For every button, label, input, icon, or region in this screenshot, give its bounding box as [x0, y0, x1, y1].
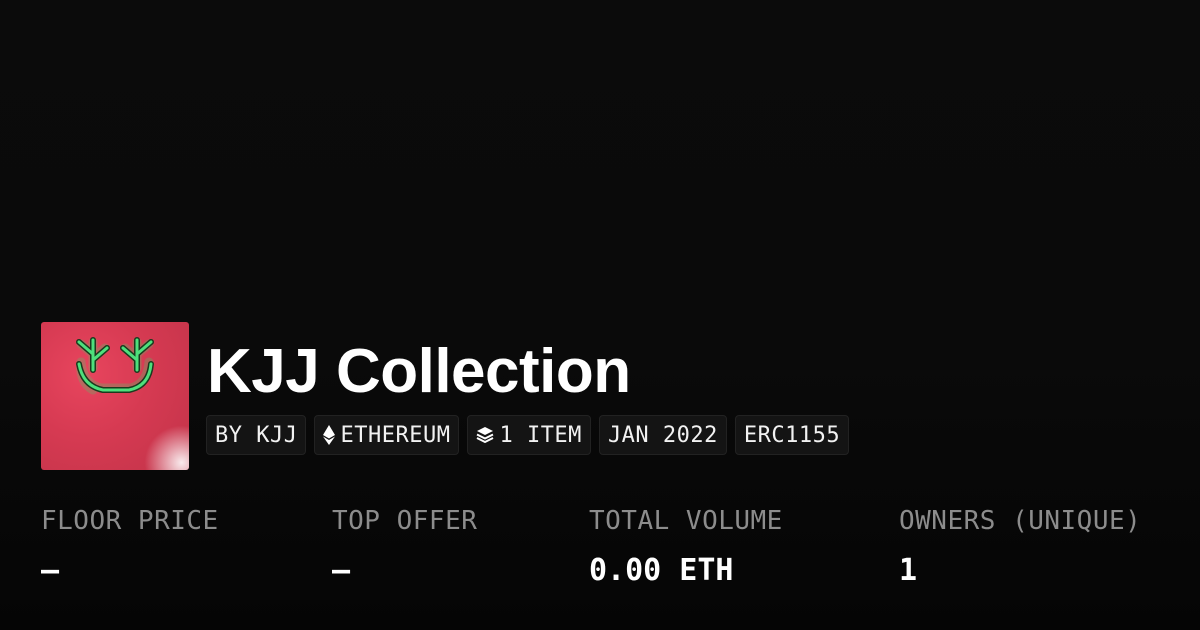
collection-avatar [41, 322, 189, 470]
standard-label: ERC1155 [743, 422, 841, 448]
collection-badges: BY KJJ ETHEREUM 1 ITEM JAN 2022 ERC1155 [206, 415, 850, 455]
top-offer-label: TOP OFFER [332, 506, 478, 536]
chain-label: ETHEREUM [340, 422, 451, 448]
antler-headband-image [41, 322, 189, 470]
date-badge: JAN 2022 [598, 415, 727, 455]
stat-owners: OWNERS (UNIQUE) 1 [899, 503, 1141, 589]
collection-title: KJJ Collection [207, 337, 631, 406]
total-volume-label: TOTAL VOLUME [589, 506, 783, 536]
floor-price-label: FLOOR PRICE [41, 506, 219, 536]
owners-label: OWNERS (UNIQUE) [899, 506, 1142, 536]
top-offer-value: – [332, 553, 351, 588]
creator-label: BY KJJ [215, 422, 298, 448]
items-label: 1 ITEM [499, 422, 582, 448]
chain-badge: ETHEREUM [314, 415, 460, 455]
items-badge: 1 ITEM [467, 415, 591, 455]
layers-icon [476, 426, 494, 444]
date-label: JAN 2022 [607, 422, 718, 448]
ethereum-icon [323, 425, 336, 445]
standard-badge: ERC1155 [734, 415, 850, 455]
stat-floor-price: FLOOR PRICE – [41, 503, 219, 589]
stat-top-offer: TOP OFFER – [332, 503, 477, 589]
total-volume-value: 0.00 ETH [589, 553, 734, 588]
stat-total-volume: TOTAL VOLUME 0.00 ETH [589, 503, 783, 589]
creator-badge[interactable]: BY KJJ [206, 415, 307, 455]
floor-price-value: – [41, 553, 60, 588]
owners-value: 1 [899, 553, 918, 588]
